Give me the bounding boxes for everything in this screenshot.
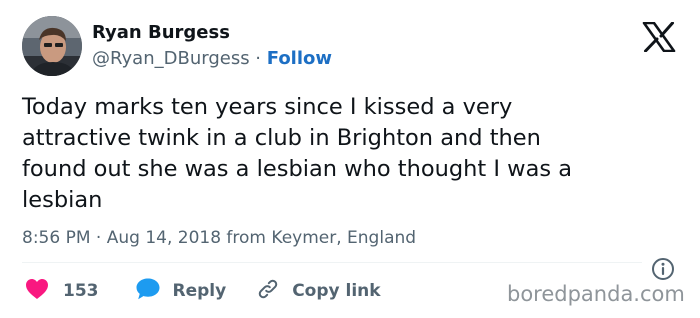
watermark: boredpanda.com [507, 282, 685, 306]
tweet-text: Today marks ten years since I kissed a v… [22, 94, 573, 213]
copy-link-button[interactable]: Copy link [256, 277, 381, 306]
meta-separator: · [90, 228, 107, 248]
x-logo-icon[interactable] [642, 21, 676, 53]
handle-row: @Ryan_DBurgess · Follow [92, 48, 332, 69]
heart-icon [25, 278, 49, 305]
handle-separator: · [249, 48, 267, 69]
link-icon [256, 277, 280, 306]
reply-label: Reply [172, 281, 227, 301]
user-handle[interactable]: @Ryan_DBurgess [92, 48, 250, 69]
divider [22, 262, 642, 263]
avatar[interactable] [22, 16, 82, 76]
tweet-time[interactable]: 8:56 PM [22, 228, 91, 248]
tweet-location: Keymer, England [271, 228, 417, 248]
follow-button[interactable]: Follow [267, 48, 332, 69]
copy-link-label: Copy link [292, 281, 381, 301]
like-button[interactable]: 153 [22, 278, 99, 305]
tweet-meta: 8:56 PM · Aug 14, 2018 from Keymer, Engl… [22, 228, 416, 248]
location-prefix: from [221, 228, 272, 248]
tweet-card: Ryan Burgess @Ryan_DBurgess · Follow Tod… [0, 0, 700, 318]
speech-bubble-icon [135, 277, 161, 306]
like-count: 153 [63, 281, 99, 301]
reply-button[interactable]: Reply [135, 277, 227, 306]
display-name[interactable]: Ryan Burgess [92, 22, 230, 43]
info-icon[interactable] [651, 257, 675, 281]
tweet-date[interactable]: Aug 14, 2018 [107, 228, 221, 248]
action-bar: 153 Reply Copy link [22, 278, 381, 304]
